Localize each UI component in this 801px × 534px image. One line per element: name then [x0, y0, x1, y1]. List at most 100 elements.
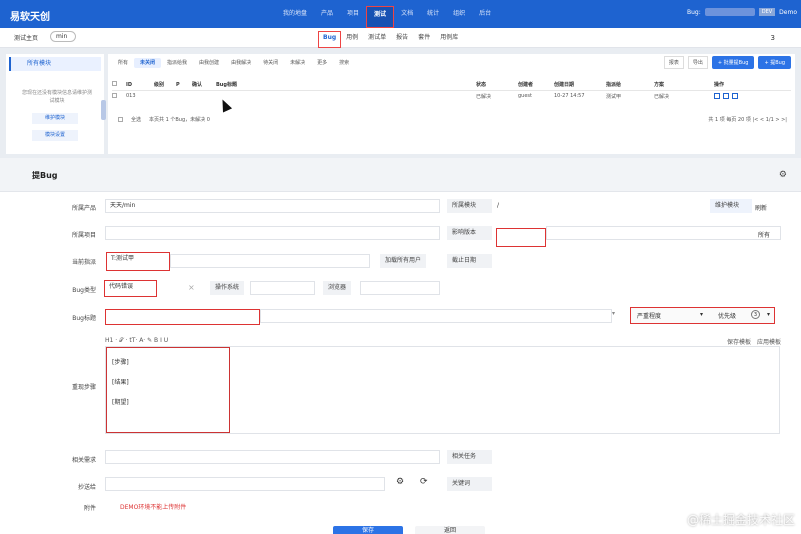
back-button[interactable]: 返回	[415, 526, 485, 534]
report-button[interactable]: 报表	[663, 56, 684, 69]
create-bug-button[interactable]: + 提Bug	[758, 56, 791, 69]
tab-bug[interactable]: Bug	[318, 31, 342, 48]
cell-assignee[interactable]: 测试甲	[606, 90, 654, 102]
module-select[interactable]: /	[492, 199, 701, 213]
col-level[interactable]: 级别	[154, 80, 176, 91]
refresh-icon[interactable]: ⟳	[420, 477, 428, 487]
col-assignee[interactable]: 指派给	[606, 80, 654, 91]
assignee-select-ext[interactable]	[170, 254, 370, 268]
export-button[interactable]: 导出	[687, 56, 708, 69]
select-all-checkbox[interactable]	[112, 81, 117, 87]
gear-icon[interactable]: ⚙	[779, 170, 787, 180]
filter-opened-by-me[interactable]: 由我创建	[193, 58, 225, 68]
sub-nav-bar: 测试主页 min Bug 用例 测试单 报告 套件 用例库 3	[0, 28, 801, 48]
filter-unclosed[interactable]: 未关闭	[134, 58, 162, 68]
deadline-input[interactable]	[492, 254, 781, 268]
maintain-module-button[interactable]: 维护模块	[32, 113, 78, 124]
nav-admin[interactable]: 后台	[472, 0, 498, 28]
story-select[interactable]	[105, 450, 440, 464]
breadcrumb[interactable]: 测试主页	[14, 33, 38, 42]
severity-dropdown-icon[interactable]: ▾	[700, 311, 703, 318]
pager[interactable]: 共 1 项 每页 20 项 |< < 1/1 > >|	[708, 116, 787, 123]
clear-icon[interactable]: ×	[188, 283, 195, 292]
save-button[interactable]: 保存	[333, 526, 403, 534]
nav-org[interactable]: 组织	[446, 0, 472, 28]
col-confirm[interactable]: 确认	[192, 80, 216, 91]
nav-product[interactable]: 产品	[314, 0, 340, 28]
nav-my[interactable]: 我的地盘	[276, 0, 314, 28]
nav-stats[interactable]: 统计	[420, 0, 446, 28]
assignee-select[interactable]: T:测试甲	[106, 252, 170, 271]
batch-create-bug-button[interactable]: + 批量提Bug	[711, 56, 755, 69]
footer-select-all-label[interactable]: 全选	[131, 116, 141, 123]
col-id[interactable]: ID	[126, 80, 154, 91]
maintain-module-link[interactable]: 维护模块	[710, 199, 752, 213]
copy-icon[interactable]	[732, 93, 738, 100]
tab-caselib[interactable]: 用例库	[435, 28, 463, 48]
task-label: 相关任务	[447, 450, 492, 464]
step-counter: 3	[770, 34, 775, 42]
user-menu[interactable]: Demo	[779, 9, 797, 16]
save-template-button[interactable]: 保存模板	[727, 337, 751, 346]
product-select[interactable]: 天天/min	[105, 199, 440, 213]
bug-title-input-ext[interactable]	[260, 309, 612, 323]
nav-test[interactable]: 测试	[366, 6, 395, 28]
col-date[interactable]: 创建日期	[554, 80, 606, 91]
scrollbar[interactable]	[101, 100, 106, 120]
bug-type-select[interactable]: 代码错误	[104, 280, 157, 297]
tab-testtask[interactable]: 测试单	[363, 28, 391, 48]
build-select[interactable]	[496, 228, 546, 247]
tab-suite[interactable]: 套件	[413, 28, 435, 48]
col-pri[interactable]: P	[176, 80, 192, 91]
nav-doc[interactable]: 文档	[394, 0, 420, 28]
filter-to-close[interactable]: 待关闭	[257, 58, 284, 68]
col-solution[interactable]: 方案	[654, 80, 714, 91]
search-input[interactable]	[704, 8, 755, 16]
refresh-link[interactable]: 刷新	[755, 203, 767, 212]
all-builds-link[interactable]: 所有	[758, 230, 770, 239]
confirm-icon[interactable]	[714, 93, 720, 100]
filter-unresolved[interactable]: 未解决	[284, 58, 311, 68]
cc-select[interactable]	[105, 477, 385, 491]
filter-resolved-by-me[interactable]: 由我解决	[225, 58, 257, 68]
all-modules[interactable]: 所有模块	[9, 57, 101, 71]
tab-case[interactable]: 用例	[341, 28, 363, 48]
priority-select[interactable]: 3	[751, 310, 760, 319]
search-button[interactable]: 搜索	[333, 58, 355, 68]
col-status[interactable]: 状态	[476, 80, 518, 91]
row-checkbox[interactable]	[112, 92, 117, 98]
main-nav: 我的地盘 产品 项目 测试 文档 统计 组织 后台	[276, 0, 498, 28]
project-switcher[interactable]: min	[50, 31, 77, 42]
task-select[interactable]	[492, 450, 781, 464]
filter-more[interactable]: 更多	[311, 58, 333, 68]
bug-list-panel: 所有 未关闭 指派给我 由我创建 由我解决 待关闭 未解决 更多 搜索 报表 导…	[108, 54, 795, 154]
apply-template-button[interactable]: 应用模板	[757, 337, 781, 346]
col-title[interactable]: Bug标题	[216, 80, 476, 91]
priority-label: 优先级	[718, 313, 737, 320]
cell-title[interactable]	[216, 90, 476, 102]
footer-select-all-checkbox[interactable]	[118, 117, 123, 122]
steps-editor[interactable]: [步骤] [结果] [期望]	[105, 346, 780, 434]
filter-all[interactable]: 所有	[112, 58, 134, 68]
filter-assigned-to-me[interactable]: 指派给我	[161, 58, 193, 68]
cell-pri	[176, 90, 192, 102]
keywords-input[interactable]	[492, 477, 781, 491]
settings-icon[interactable]: ⚙	[396, 477, 404, 487]
os-select[interactable]	[250, 281, 315, 295]
tab-report[interactable]: 报告	[391, 28, 413, 48]
editor-tools[interactable]: H1 · 𝒯 · tT· A· ✎ B I U	[105, 337, 168, 345]
module-settings-button[interactable]: 模块设置	[32, 130, 78, 141]
table-row[interactable]: 013 已解决 guest 10-27 14:57 测试甲 已解决	[112, 90, 791, 102]
bug-title-input[interactable]	[105, 309, 260, 325]
browser-select[interactable]	[360, 281, 440, 295]
project-select[interactable]	[105, 226, 440, 240]
top-nav-bar: 易软天创 我的地盘 产品 项目 测试 文档 统计 组织 后台 Bug: DEV …	[0, 0, 801, 28]
edit-icon[interactable]	[723, 93, 729, 100]
priority-dropdown-icon[interactable]: ▾	[767, 311, 770, 318]
load-all-users-button[interactable]: 加载所有用户	[380, 254, 427, 268]
color-picker-icon[interactable]: ▾	[612, 310, 615, 317]
expect-line: [期望]	[112, 399, 129, 406]
col-creator[interactable]: 创建者	[518, 80, 554, 91]
nav-project[interactable]: 项目	[340, 0, 366, 28]
build-select-ext[interactable]	[546, 226, 781, 240]
